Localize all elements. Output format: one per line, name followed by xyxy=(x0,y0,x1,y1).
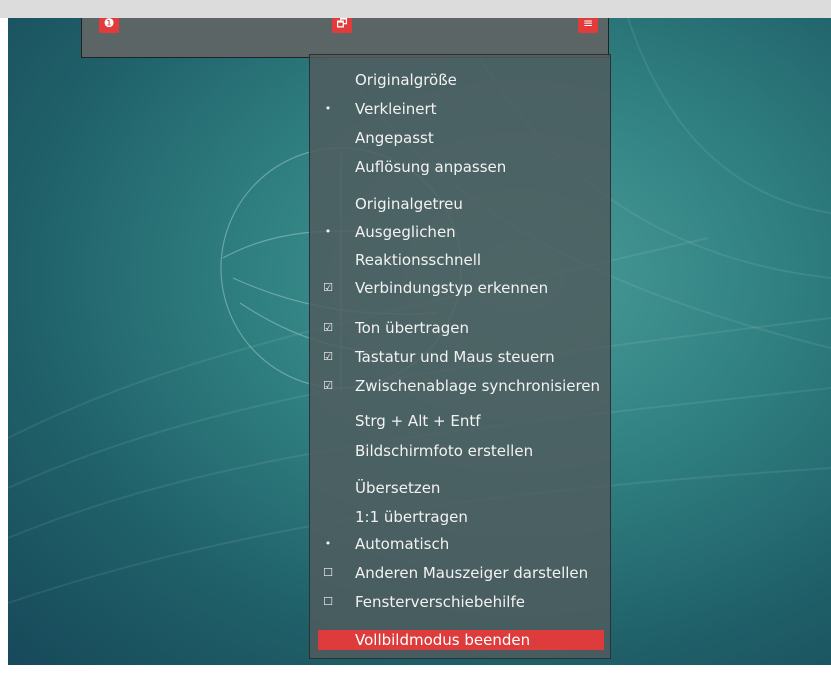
windows-icon: 🗗 xyxy=(336,18,348,30)
mark-14 xyxy=(321,509,335,525)
radio-dot-icon: • xyxy=(324,102,332,115)
menu-item-fensterverschiebehilfe[interactable]: ☐ Fensterverschiebehilfe xyxy=(318,591,604,615)
radio-dot-icon: • xyxy=(324,537,332,550)
menu-item-label: Anderen Mauszeiger darstellen xyxy=(355,564,589,582)
options-menu: Originalgröße • Verkleinert Angepasst Au… xyxy=(309,54,611,659)
desktop-background: ❶ 🗗 ≡ Originalgröße • Verkleinert Angepa… xyxy=(8,18,831,665)
mark-12 xyxy=(321,443,335,459)
menu-item-label: Fensterverschiebehilfe xyxy=(355,593,525,611)
menu-item-label: 1:1 übertragen xyxy=(355,508,468,526)
menu-item-label: Ausgeglichen xyxy=(355,223,456,241)
menu-item-verbindungstyp-erkennen[interactable]: ☑ Verbindungstyp erkennen xyxy=(318,277,604,301)
radio-dot-icon: • xyxy=(324,225,332,238)
checkbox-checked-icon: ☑ xyxy=(323,350,333,363)
menu-item-label: Strg + Alt + Entf xyxy=(355,412,481,430)
mark-3 xyxy=(321,159,335,175)
menu-item-mauszeiger[interactable]: ☐ Anderen Mauszeiger darstellen xyxy=(318,562,604,586)
mark-11 xyxy=(321,413,335,429)
exit-fullscreen-button[interactable]: Vollbildmodus beenden xyxy=(318,630,604,650)
checkbox-checked-icon: ☑ xyxy=(323,379,333,392)
checkbox-empty-icon: ☐ xyxy=(323,566,333,579)
checkbox-checked-icon: ☑ xyxy=(323,281,333,294)
menu-item-label: Übersetzen xyxy=(355,479,441,497)
window-button[interactable]: 🗗 xyxy=(332,18,352,33)
mark-4 xyxy=(321,196,335,212)
menu-item-label: Originalgröße xyxy=(355,71,457,89)
info-button[interactable]: ❶ xyxy=(99,18,119,33)
menu-item-zwischenablage[interactable]: ☑ Zwischenablage synchronisieren xyxy=(318,375,604,399)
mark-2 xyxy=(321,130,335,146)
mark-6 xyxy=(321,252,335,268)
menu-item-label: Tastatur und Maus steuern xyxy=(355,348,555,366)
top-strip xyxy=(0,0,831,18)
menu-item-label: Automatisch xyxy=(355,535,450,553)
mark-13 xyxy=(321,480,335,496)
mark-0 xyxy=(321,72,335,88)
menu-item-angepasst[interactable]: Angepasst xyxy=(318,127,604,151)
menu-item-uebersetzen[interactable]: Übersetzen xyxy=(318,477,604,501)
menu-item-eins-zu-eins[interactable]: 1:1 übertragen xyxy=(318,506,604,530)
menu-item-ausgeglichen[interactable]: • Ausgeglichen xyxy=(318,221,604,245)
menu-item-label: Ton übertragen xyxy=(355,319,469,337)
menu-item-label: Auflösung anpassen xyxy=(355,158,507,176)
menu-item-label: Angepasst xyxy=(355,129,434,147)
exit-fullscreen-label: Vollbildmodus beenden xyxy=(355,631,531,649)
hamburger-icon: ≡ xyxy=(582,18,594,30)
remote-toolbar: ❶ 🗗 ≡ xyxy=(81,18,609,58)
info-icon: ❶ xyxy=(103,18,115,30)
menu-item-label: Reaktionsschnell xyxy=(355,251,482,269)
checkbox-empty-icon: ☐ xyxy=(323,595,333,608)
menu-item-aufloesung-anpassen[interactable]: Auflösung anpassen xyxy=(318,156,604,180)
menu-item-label: Bildschirmfoto erstellen xyxy=(355,442,534,460)
menu-item-label: Verbindungstyp erkennen xyxy=(355,279,549,297)
menu-item-ton-uebertragen[interactable]: ☑ Ton übertragen xyxy=(318,317,604,341)
menu-item-label: Originalgetreu xyxy=(355,195,463,213)
menu-item-automatisch[interactable]: • Automatisch xyxy=(318,533,604,557)
menu-item-bildschirmfoto[interactable]: Bildschirmfoto erstellen xyxy=(318,440,604,464)
menu-item-label: Zwischenablage synchronisieren xyxy=(355,377,601,395)
menu-item-strg-alt-entf[interactable]: Strg + Alt + Entf xyxy=(318,410,604,434)
menu-item-verkleinert[interactable]: • Verkleinert xyxy=(318,98,604,122)
menu-item-label: Verkleinert xyxy=(355,100,437,118)
menu-item-tastatur-maus[interactable]: ☑ Tastatur und Maus steuern xyxy=(318,346,604,370)
menu-item-originalgroesse[interactable]: Originalgröße xyxy=(318,69,604,93)
menu-item-originalgetreu[interactable]: Originalgetreu xyxy=(318,193,604,217)
menu-item-reaktionsschnell[interactable]: Reaktionsschnell xyxy=(318,249,604,273)
checkbox-checked-icon: ☑ xyxy=(323,321,333,334)
menu-button[interactable]: ≡ xyxy=(578,18,598,33)
